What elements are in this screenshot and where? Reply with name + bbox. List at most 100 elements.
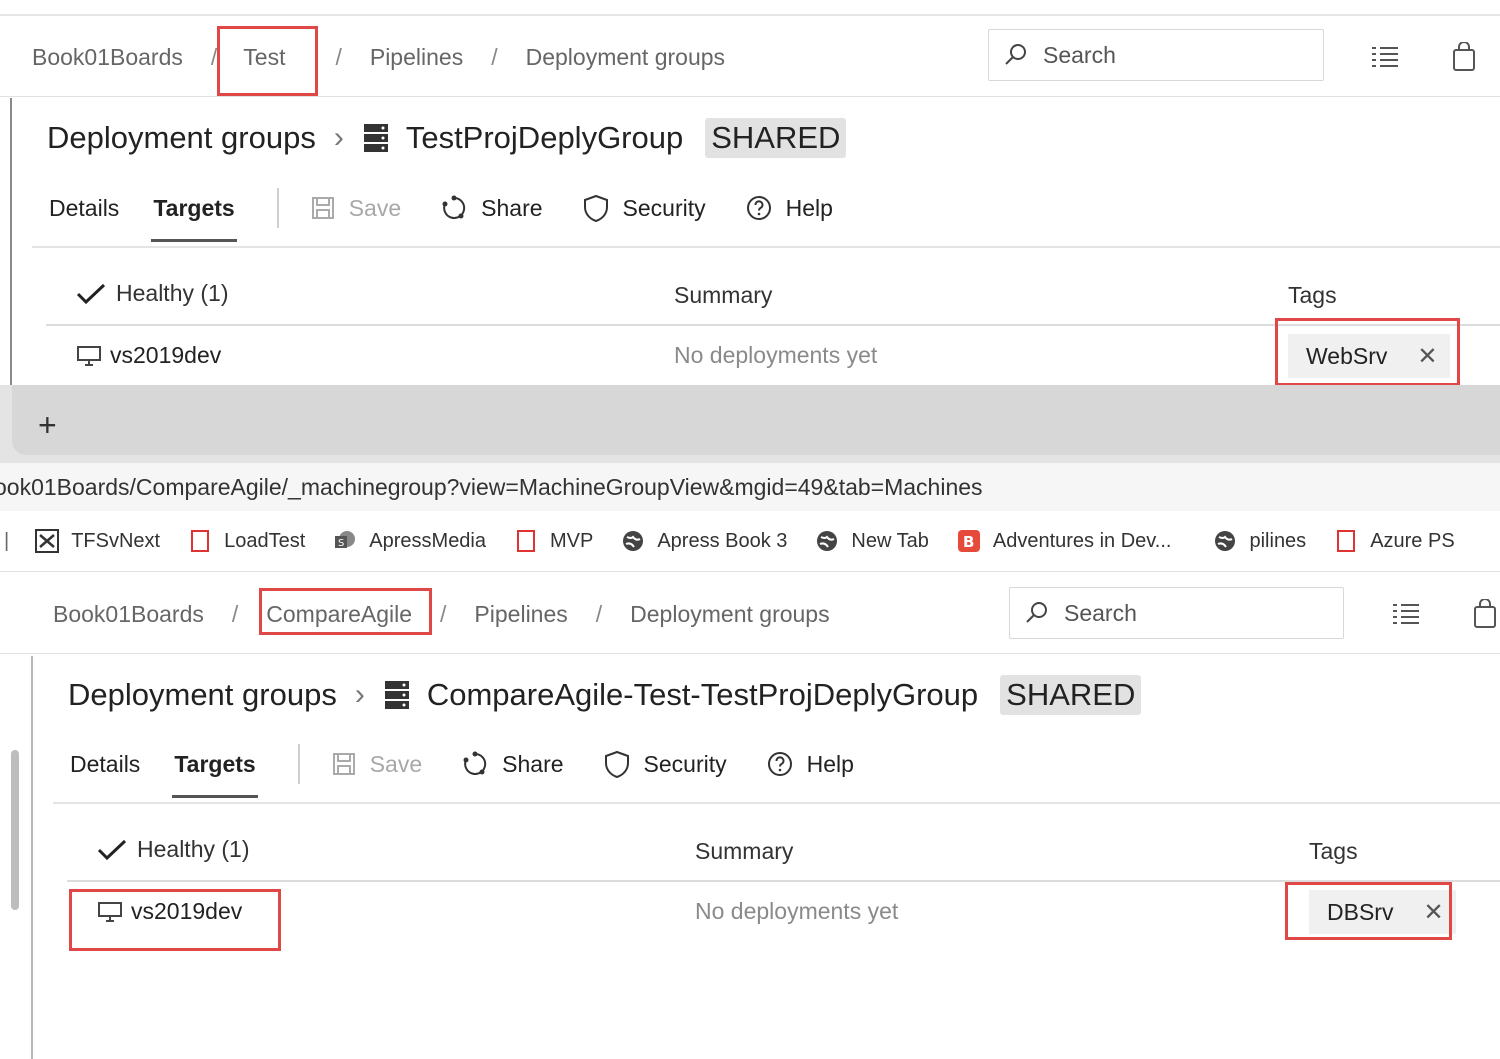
shopping-bag-icon[interactable] <box>1444 37 1484 77</box>
search-placeholder: Search <box>1064 599 1137 626</box>
breadcrumb-separator: / <box>440 600 447 627</box>
list-icon[interactable] <box>1365 37 1405 77</box>
tags-header: Tags <box>1309 838 1358 864</box>
deployment-group-name: TestProjDeplyGroup <box>405 120 684 155</box>
bottom-deployment-group-panel: Book01Boards / CompareAgile / Pipelines … <box>0 572 1500 1059</box>
save-label: Save <box>369 750 423 777</box>
save-icon <box>311 197 334 219</box>
health-header-label: Healthy (1) <box>137 836 250 862</box>
bookmark-apressmedia[interactable]: S ApressMedia <box>333 529 486 553</box>
health-header[interactable]: Healthy (1) <box>76 280 228 307</box>
table-row-target[interactable]: vs2019dev <box>97 898 242 925</box>
bookmark-azure-ps[interactable]: Azure PS <box>1334 529 1455 553</box>
tag-chip: WebSrv ✕ <box>1288 334 1450 378</box>
help-button[interactable]: Help <box>746 195 833 222</box>
target-summary: No deployments yet <box>695 898 899 924</box>
share-button[interactable]: Share <box>462 751 564 778</box>
search-icon <box>1005 44 1026 65</box>
window-top-border <box>0 14 1500 16</box>
breadcrumb-organization[interactable]: Book01Boards <box>51 601 206 628</box>
bookmark-label: pilines <box>1249 529 1307 552</box>
tab-targets[interactable]: Targets <box>151 195 238 242</box>
globe-icon <box>1213 529 1237 553</box>
bookmark-mvp[interactable]: MVP <box>514 529 593 553</box>
security-button[interactable]: Security <box>583 194 706 222</box>
svg-text:B: B <box>963 533 974 551</box>
plus-icon[interactable]: + <box>38 407 57 444</box>
breadcrumb-deployment-groups[interactable]: Deployment groups <box>524 44 727 71</box>
table-row-target[interactable]: vs2019dev <box>76 342 221 369</box>
breadcrumb-organization[interactable]: Book01Boards <box>30 44 185 71</box>
list-icon[interactable] <box>1386 594 1426 634</box>
page-title-row: Deployment groups › TestProjDeplyGroup S… <box>47 118 847 158</box>
health-header[interactable]: Healthy (1) <box>97 836 249 863</box>
shopping-bag-icon[interactable] <box>1465 594 1500 634</box>
bookmark-tfsvnext[interactable]: TFSvNext <box>35 529 160 553</box>
address-bar[interactable]: ook01Boards/CompareAgile/_machinegroup?v… <box>0 463 1500 511</box>
breadcrumb-separator: / <box>335 43 342 70</box>
breadcrumb-project[interactable]: CompareAgile <box>264 601 414 628</box>
bookmark-label: New Tab <box>851 529 929 552</box>
page-title[interactable]: Deployment groups <box>68 677 337 713</box>
search-box[interactable]: Search <box>1009 587 1344 639</box>
security-label: Security <box>643 750 727 777</box>
help-label: Help <box>785 194 833 221</box>
computer-icon <box>77 345 101 366</box>
save-button[interactable]: Save <box>311 195 401 222</box>
address-url[interactable]: ook01Boards/CompareAgile/_machinegroup?v… <box>0 474 983 501</box>
bookmark-label: Azure PS <box>1370 529 1455 552</box>
share-icon <box>442 195 466 219</box>
search-placeholder: Search <box>1043 41 1116 68</box>
search-box[interactable]: Search <box>988 29 1324 81</box>
breadcrumb-pipelines[interactable]: Pipelines <box>368 44 465 71</box>
tags-header: Tags <box>1288 282 1337 308</box>
page-icon <box>188 529 212 553</box>
bookmark-label: Apress Book 3 <box>657 529 788 552</box>
tab-bar: Details Targets Save Share Security Help <box>70 744 894 798</box>
breadcrumb-pipelines[interactable]: Pipelines <box>472 601 569 628</box>
breadcrumb-deployment-groups[interactable]: Deployment groups <box>628 601 831 628</box>
shared-badge: SHARED <box>1000 675 1142 715</box>
new-tab-area <box>12 385 1500 455</box>
bookmark-loadtest[interactable]: LoadTest <box>188 529 305 553</box>
help-button[interactable]: Help <box>767 751 854 778</box>
computer-icon <box>98 901 122 922</box>
save-button[interactable]: Save <box>332 751 422 778</box>
left-panel-border <box>31 656 33 1059</box>
breadcrumb-separator: / <box>231 600 239 627</box>
close-icon[interactable]: ✕ <box>1423 898 1443 927</box>
scrollbar-thumb[interactable] <box>11 750 19 910</box>
bookmark-apress-book-3[interactable]: Apress Book 3 <box>621 529 787 553</box>
target-name[interactable]: vs2019dev <box>131 898 242 925</box>
target-name[interactable]: vs2019dev <box>110 342 221 369</box>
bookmark-label: MVP <box>550 529 594 552</box>
health-header-label: Healthy (1) <box>116 280 229 306</box>
search-icon <box>1026 602 1047 623</box>
bookmark-adventures-in-dev[interactable]: B Adventures in Dev... <box>957 529 1171 553</box>
tab-details[interactable]: Details <box>70 751 140 778</box>
close-icon[interactable]: ✕ <box>1417 342 1437 371</box>
sharepoint-icon: S <box>333 529 357 553</box>
browser-tab-strip: + <box>0 385 1500 463</box>
shield-icon <box>604 750 629 778</box>
check-icon <box>97 839 127 860</box>
bookmark-new-tab[interactable]: New Tab <box>815 529 929 553</box>
breadcrumb-separator: / <box>210 43 218 70</box>
bookmarks-edge: | <box>4 529 10 552</box>
share-button[interactable]: Share <box>441 195 543 222</box>
share-icon <box>463 751 487 775</box>
security-button[interactable]: Security <box>604 750 727 778</box>
help-icon <box>767 752 792 776</box>
page-title[interactable]: Deployment groups <box>47 120 316 156</box>
tab-bar-divider <box>53 802 1500 804</box>
breadcrumb-separator: / <box>595 600 603 627</box>
tab-details[interactable]: Details <box>49 195 119 222</box>
chevron-right-icon: › <box>333 121 344 154</box>
shield-icon <box>583 194 608 222</box>
help-label: Help <box>806 750 854 777</box>
breadcrumb-project[interactable]: Test <box>219 44 309 71</box>
deployment-group-name: CompareAgile-Test-TestProjDeplyGroup <box>426 677 979 712</box>
tab-targets[interactable]: Targets <box>172 751 259 798</box>
bookmark-pilines[interactable]: pilines <box>1213 529 1306 553</box>
tab-divider <box>297 744 300 784</box>
